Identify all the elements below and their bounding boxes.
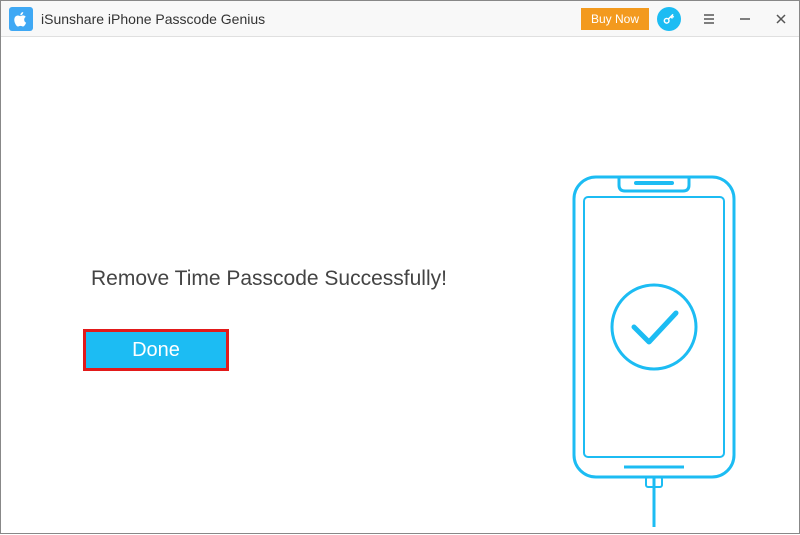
buy-now-button[interactable]: Buy Now: [581, 8, 649, 30]
window-controls: [691, 1, 799, 37]
close-button[interactable]: [763, 1, 799, 37]
content-area: Remove Time Passcode Successfully! Done: [1, 37, 799, 535]
app-title: iSunshare iPhone Passcode Genius: [41, 11, 581, 27]
phone-illustration: [564, 167, 744, 532]
app-logo-icon: [9, 7, 33, 31]
done-button[interactable]: Done: [83, 329, 229, 371]
minimize-button[interactable]: [727, 1, 763, 37]
titlebar: iSunshare iPhone Passcode Genius Buy Now: [1, 1, 799, 37]
app-window: iSunshare iPhone Passcode Genius Buy Now: [0, 0, 800, 534]
key-icon[interactable]: [657, 7, 681, 31]
menu-icon[interactable]: [691, 1, 727, 37]
success-message: Remove Time Passcode Successfully!: [91, 267, 447, 291]
titlebar-right: Buy Now: [581, 1, 799, 37]
